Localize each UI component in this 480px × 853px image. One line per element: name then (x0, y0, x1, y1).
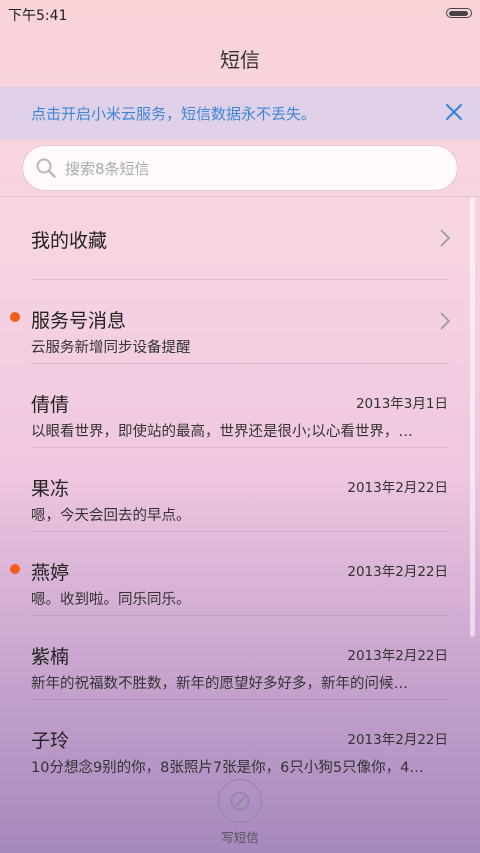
thread-name: 服务号消息 (31, 310, 127, 332)
cloud-banner[interactable]: 点击开启小米云服务，短信数据永不丢失。 (0, 87, 480, 139)
close-icon[interactable] (442, 100, 466, 124)
thread-name: 倩倩 (31, 394, 70, 416)
thread-date: 2013年2月22日 (347, 648, 448, 664)
unread-dot (10, 312, 20, 322)
chevron-right-icon (440, 312, 451, 330)
thread-name: 燕婷 (31, 562, 70, 584)
list-item[interactable]: 燕婷 2013年2月22日 嗯。收到啦。同乐同乐。 (0, 532, 480, 616)
thread-preview: 云服务新增同步设备提醒 (31, 340, 191, 356)
list-item[interactable]: 紫楠 2013年2月22日 新年的祝福数不胜数，新年的愿望好多好多，新年的问候… (0, 616, 480, 700)
thread-preview: 新年的祝福数不胜数，新年的愿望好多好多，新年的问候… (31, 676, 408, 692)
list-item-favorites[interactable]: 我的收藏 (0, 196, 480, 280)
banner-text[interactable]: 点击开启小米云服务，短信数据永不丢失。 (31, 103, 316, 124)
thread-date: 2013年2月22日 (347, 480, 448, 496)
thread-date: 2013年3月1日 (355, 396, 448, 412)
thread-name: 果冻 (31, 478, 70, 500)
scrollbar[interactable] (470, 197, 475, 637)
thread-name: 我的收藏 (31, 230, 108, 252)
list-item[interactable]: 子玲 2013年2月22日 10分想念9别的你，8张照片7张是你，6只小狗5只像… (0, 700, 480, 784)
thread-preview: 嗯。收到啦。同乐同乐。 (31, 592, 191, 608)
thread-name: 子玲 (31, 730, 70, 752)
thread-name: 紫楠 (31, 646, 70, 668)
page-title: 短信 (220, 48, 260, 72)
thread-preview: 10分想念9别的你，8张照片7张是你，6只小狗5只像你，4… (31, 760, 424, 776)
unread-dot (10, 564, 20, 574)
battery-icon (446, 8, 472, 18)
list-item-service[interactable]: 服务号消息 云服务新增同步设备提醒 (0, 280, 480, 364)
search-input[interactable] (63, 146, 447, 192)
compose-button[interactable] (218, 779, 262, 823)
compose-label[interactable]: 写短信 (0, 827, 480, 846)
thread-date: 2013年2月22日 (347, 564, 448, 580)
thread-date: 2013年2月22日 (347, 732, 448, 748)
list-item[interactable]: 倩倩 2013年3月1日 以眼看世界，即使站的最高，世界还是很小;以心看世界，… (0, 364, 480, 448)
thread-preview: 以眼看世界，即使站的最高，世界还是很小;以心看世界，… (31, 424, 413, 440)
status-time: 下午5:41 (8, 8, 68, 24)
status-bar: 下午5:41 (0, 0, 480, 28)
search-bar[interactable] (22, 145, 458, 192)
chevron-right-icon (440, 229, 451, 247)
list-item[interactable]: 果冻 2013年2月22日 嗯，今天会回去的早点。 (0, 448, 480, 532)
compose-icon (230, 791, 250, 811)
thread-preview: 嗯，今天会回去的早点。 (31, 508, 191, 524)
search-icon (36, 158, 56, 178)
thread-list: 我的收藏 服务号消息 云服务新增同步设备提醒 倩倩 2013年3月1日 以眼看世… (0, 196, 480, 784)
